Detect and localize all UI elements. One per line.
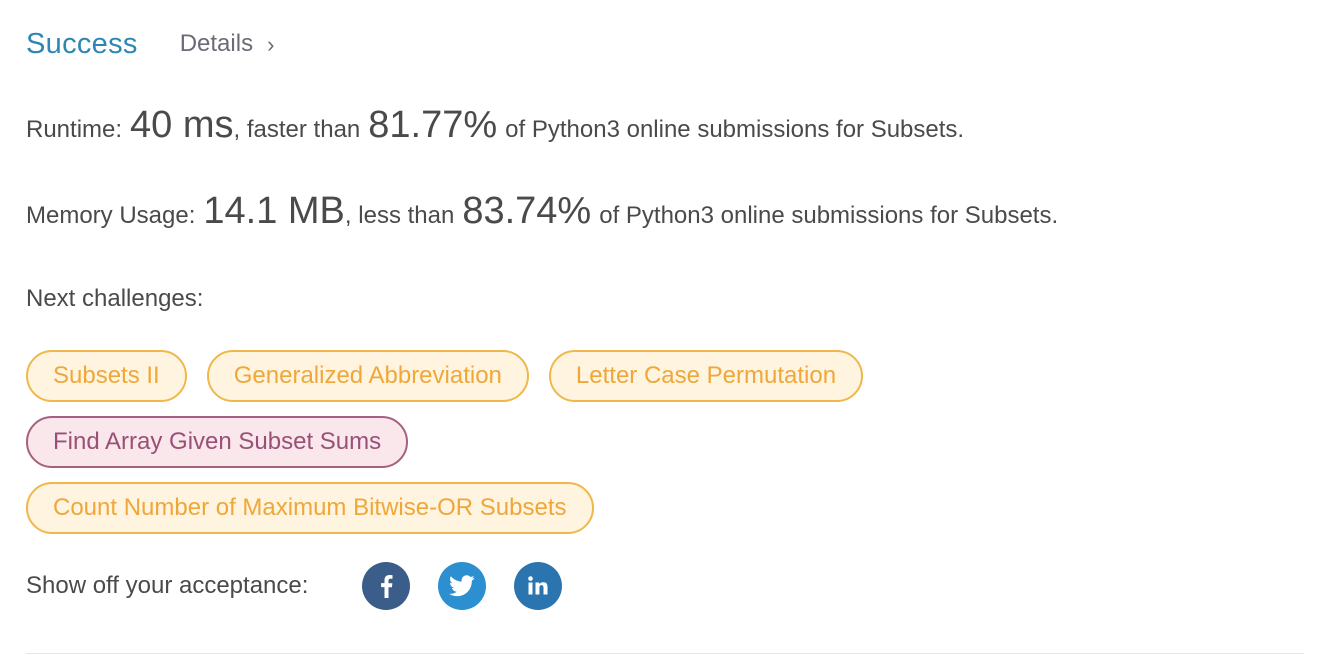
challenge-chip[interactable]: Generalized Abbreviation	[206, 350, 529, 402]
chevron-right-icon: ›	[267, 32, 275, 57]
linkedin-share-button[interactable]	[514, 562, 563, 610]
bottom-divider	[26, 653, 1304, 654]
details-link[interactable]: Details ›	[180, 30, 275, 58]
challenge-chip-row: Find Array Given Subset Sums	[26, 416, 409, 468]
next-challenges-label: Next challenges:	[26, 285, 204, 312]
runtime-line: Runtime: 40 ms , faster than 81.77% of P…	[26, 104, 964, 147]
twitter-icon	[449, 575, 475, 597]
twitter-share-button[interactable]	[438, 562, 487, 610]
runtime-value: 40 ms	[130, 104, 234, 146]
memory-comparison: , less than	[344, 202, 455, 229]
memory-percent: 83.74%	[462, 190, 592, 232]
runtime-comparison: , faster than	[233, 116, 361, 143]
memory-suffix: of Python3 online submissions for Subset…	[599, 202, 1059, 229]
challenge-chip-row: Subsets II Generalized Abbreviation Lett…	[26, 350, 864, 402]
challenge-chip[interactable]: Find Array Given Subset Sums	[26, 416, 409, 468]
share-row: Show off your acceptance:	[26, 560, 563, 612]
challenge-chip[interactable]: Letter Case Permutation	[548, 350, 864, 402]
share-label: Show off your acceptance:	[26, 572, 309, 599]
memory-value: 14.1 MB	[203, 190, 345, 232]
challenge-chip-row: Count Number of Maximum Bitwise-OR Subse…	[26, 482, 594, 534]
result-header: Success Details ›	[26, 26, 274, 62]
linkedin-icon	[528, 576, 548, 595]
memory-label: Memory Usage:	[26, 202, 196, 229]
details-label: Details	[179, 30, 254, 57]
facebook-icon	[381, 575, 393, 598]
challenge-chip[interactable]: Subsets II	[26, 350, 187, 402]
status-label: Success	[26, 27, 138, 60]
runtime-suffix: of Python3 online submissions for Subset…	[505, 116, 965, 143]
facebook-share-button[interactable]	[362, 562, 411, 610]
runtime-label: Runtime:	[26, 116, 123, 143]
submission-result-panel: Success Details › Runtime: 40 ms , faste…	[0, 0, 1338, 656]
challenge-chip[interactable]: Count Number of Maximum Bitwise-OR Subse…	[26, 482, 594, 534]
runtime-percent: 81.77%	[368, 104, 498, 146]
memory-line: Memory Usage: 14.1 MB , less than 83.74%…	[26, 190, 1058, 233]
share-icons	[362, 562, 563, 610]
